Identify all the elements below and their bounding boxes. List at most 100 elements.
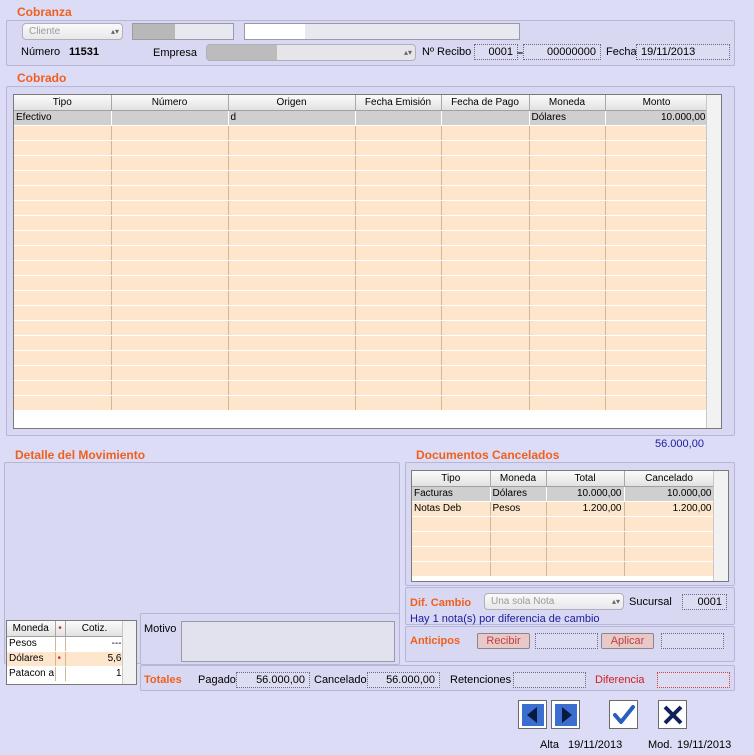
col-header[interactable]: Tipo [14, 95, 112, 111]
empty-cell[interactable] [441, 350, 530, 366]
empty-cell[interactable] [228, 125, 356, 141]
cell[interactable]: Notas Deb [412, 501, 491, 517]
empty-row[interactable] [14, 215, 709, 231]
col-header[interactable]: Número [111, 95, 229, 111]
col-header[interactable]: Origen [228, 95, 356, 111]
empty-cell[interactable] [529, 320, 606, 336]
empty-cell[interactable] [529, 140, 606, 156]
cell[interactable]: Pesos [490, 501, 547, 517]
empty-cell[interactable] [355, 320, 442, 336]
next-button[interactable] [551, 700, 580, 729]
empty-cell[interactable] [14, 140, 112, 156]
empty-cell[interactable] [529, 395, 606, 411]
empty-cell[interactable] [441, 245, 530, 261]
empty-cell[interactable] [355, 290, 442, 306]
empty-cell[interactable] [355, 125, 442, 141]
empty-cell[interactable] [111, 125, 229, 141]
empty-cell[interactable] [111, 200, 229, 216]
cotiz-grid[interactable]: Moneda • Cotiz. Pesos --- Dólares • 5,6 … [6, 620, 137, 685]
empty-cell[interactable] [441, 290, 530, 306]
empty-cell[interactable] [529, 305, 606, 321]
empty-row[interactable] [14, 260, 709, 276]
empty-cell[interactable] [14, 200, 112, 216]
empty-cell[interactable] [605, 305, 709, 321]
cell[interactable]: Facturas [412, 486, 491, 502]
empty-cell[interactable] [111, 350, 229, 366]
empty-cell[interactable] [605, 125, 709, 141]
empty-cell[interactable] [228, 290, 356, 306]
empty-cell[interactable] [14, 380, 112, 396]
empty-cell[interactable] [441, 170, 530, 186]
empty-cell[interactable] [14, 245, 112, 261]
empty-row[interactable] [412, 531, 715, 547]
empty-cell[interactable] [111, 365, 229, 381]
empty-cell[interactable] [529, 335, 606, 351]
empty-cell[interactable] [624, 546, 715, 562]
cell[interactable] [355, 110, 442, 126]
empty-cell[interactable] [441, 320, 530, 336]
cell[interactable]: Dólares [490, 486, 547, 502]
empty-cell[interactable] [529, 260, 606, 276]
cell[interactable]: 1 [65, 666, 125, 682]
empty-cell[interactable] [441, 260, 530, 276]
empty-cell[interactable] [441, 305, 530, 321]
empty-cell[interactable] [14, 275, 112, 291]
empty-row[interactable] [14, 380, 709, 396]
empty-cell[interactable] [111, 155, 229, 171]
empty-row[interactable] [14, 350, 709, 366]
empty-cell[interactable] [605, 230, 709, 246]
empty-cell[interactable] [529, 215, 606, 231]
empty-cell[interactable] [546, 546, 625, 562]
empty-cell[interactable] [14, 170, 112, 186]
cell[interactable]: Efectivo [14, 110, 112, 126]
empty-cell[interactable] [546, 531, 625, 547]
empty-cell[interactable] [605, 200, 709, 216]
empresa-select[interactable]: ▴▾ [206, 44, 416, 61]
empty-cell[interactable] [546, 516, 625, 532]
previous-button[interactable] [518, 700, 547, 729]
empty-cell[interactable] [529, 290, 606, 306]
sucursal-field[interactable]: 0001 [682, 594, 727, 610]
empty-cell[interactable] [441, 200, 530, 216]
empty-row[interactable] [14, 140, 709, 156]
empty-row[interactable] [14, 365, 709, 381]
empty-cell[interactable] [14, 320, 112, 336]
table-row[interactable]: Notas Deb Pesos 1.200,00 1.200,00 [412, 501, 715, 517]
empty-cell[interactable] [14, 260, 112, 276]
empty-cell[interactable] [355, 185, 442, 201]
empty-cell[interactable] [605, 320, 709, 336]
motivo-textarea[interactable] [181, 621, 395, 662]
empty-cell[interactable] [441, 155, 530, 171]
col-header[interactable]: Moneda [490, 471, 547, 487]
cell[interactable]: Dólares [529, 110, 606, 126]
empty-row[interactable] [14, 245, 709, 261]
empty-cell[interactable] [605, 335, 709, 351]
empty-cell[interactable] [605, 140, 709, 156]
empty-cell[interactable] [14, 215, 112, 231]
empty-cell[interactable] [228, 200, 356, 216]
fecha-field[interactable]: 19/11/2013 [636, 44, 730, 60]
empty-cell[interactable] [228, 155, 356, 171]
empty-cell[interactable] [355, 230, 442, 246]
empty-cell[interactable] [355, 155, 442, 171]
empty-cell[interactable] [605, 155, 709, 171]
empty-cell[interactable] [529, 380, 606, 396]
cell[interactable]: --- [65, 636, 125, 652]
empty-cell[interactable] [111, 275, 229, 291]
empty-cell[interactable] [529, 275, 606, 291]
empty-cell[interactable] [111, 260, 229, 276]
empty-row[interactable] [412, 546, 715, 562]
empty-cell[interactable] [412, 516, 491, 532]
col-header[interactable]: Total [546, 471, 625, 487]
empty-cell[interactable] [14, 230, 112, 246]
empty-cell[interactable] [441, 185, 530, 201]
col-header[interactable]: Fecha de Pago [441, 95, 530, 111]
empty-cell[interactable] [490, 516, 547, 532]
empty-cell[interactable] [529, 125, 606, 141]
empty-cell[interactable] [624, 561, 715, 577]
vertical-scrollbar[interactable] [706, 95, 721, 428]
empty-cell[interactable] [441, 335, 530, 351]
col-header[interactable]: Fecha Emisión [355, 95, 442, 111]
empty-row[interactable] [14, 155, 709, 171]
empty-cell[interactable] [605, 170, 709, 186]
